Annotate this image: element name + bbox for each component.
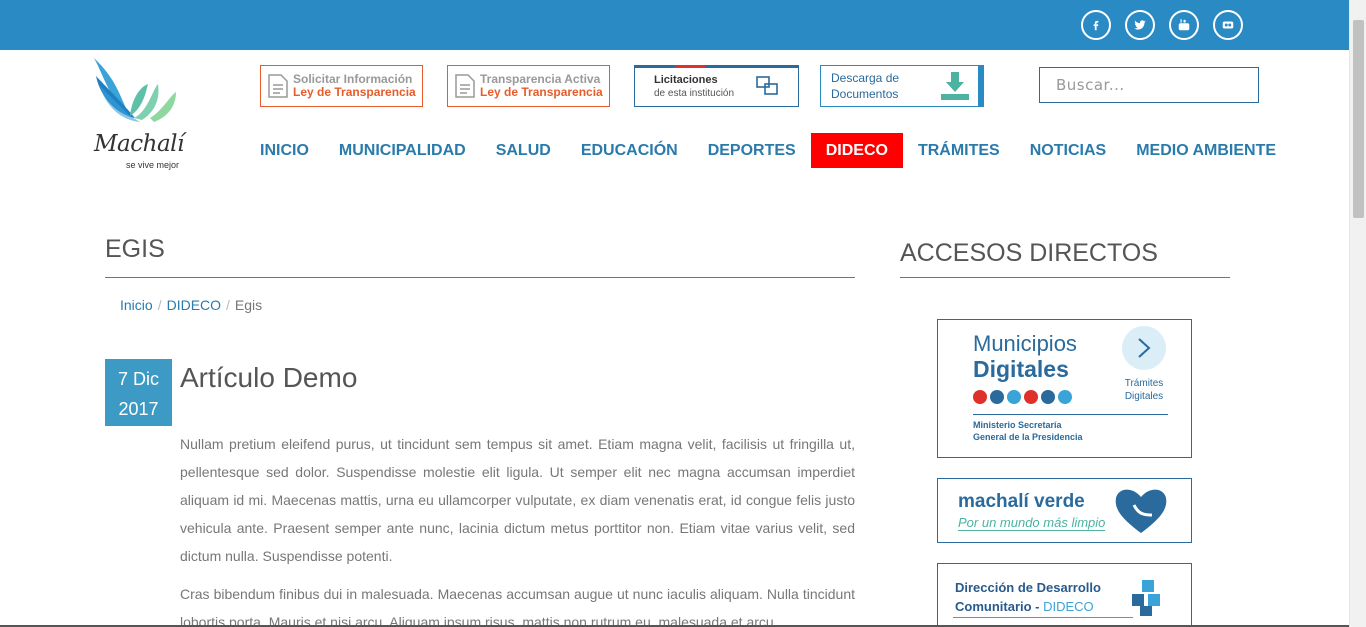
heart-icon xyxy=(1115,489,1167,533)
solicitar-line2: Ley de Transparencia xyxy=(293,85,416,99)
tramites-line2: Digitales xyxy=(1124,391,1164,402)
card-divider xyxy=(953,617,1133,618)
document-icon xyxy=(268,74,288,98)
article-date-badge: 7 Dic 2017 xyxy=(105,359,172,426)
breadcrumb-separator: / xyxy=(157,297,162,313)
logo-wordmark: Machalí xyxy=(94,131,184,157)
windows-icon xyxy=(756,76,778,95)
card-divider xyxy=(973,414,1168,415)
article-paragraph: Nullam pretium eleifend purus, ut tincid… xyxy=(180,436,855,564)
breadcrumb-separator: / xyxy=(226,297,230,313)
service-icon xyxy=(973,390,987,404)
nav-noticias[interactable]: NOTICIAS xyxy=(1015,133,1121,168)
dideco-line2b: DIDECO xyxy=(1043,599,1094,614)
article-title[interactable]: Artículo Demo xyxy=(180,362,357,394)
nav-medio-ambiente[interactable]: MEDIO AMBIENTE xyxy=(1121,133,1291,168)
breadcrumb: Inicio / DIDECO / Egis xyxy=(120,297,262,313)
descarga-line2: Documentos xyxy=(831,87,899,101)
article-paragraph: Cras bibendum finibus dui in malesuada. … xyxy=(180,586,855,627)
twitter-icon[interactable] xyxy=(1125,10,1155,40)
sidebar-divider xyxy=(900,277,1230,278)
facebook-icon[interactable] xyxy=(1081,10,1111,40)
search-input[interactable]: Buscar... xyxy=(1039,67,1259,103)
municipios-line1: Municipios xyxy=(973,331,1077,356)
municipios-digitales-card[interactable]: Municipios Digitales Trámites Digitales … xyxy=(937,319,1192,458)
service-icon xyxy=(1007,390,1021,404)
sidebar-title: ACCESOS DIRECTOS xyxy=(900,239,1158,267)
solicitar-informacion-link[interactable]: Solicitar Información Ley de Transparenc… xyxy=(260,65,423,107)
tramites-line1: Trámites xyxy=(1124,378,1164,389)
nav-tramites[interactable]: TRÁMITES xyxy=(903,133,1015,168)
municipios-line2: Digitales xyxy=(973,356,1069,382)
licitaciones-line2: de esta institución xyxy=(654,88,735,99)
ministerio-line2: General de la Presidencia xyxy=(973,432,1083,442)
scrollbar-thumb[interactable] xyxy=(1353,20,1364,218)
service-icon xyxy=(990,390,1004,404)
dideco-card[interactable]: Dirección de Desarrollo Comunitario - DI… xyxy=(937,563,1192,627)
service-icons-row xyxy=(973,390,1072,404)
licitaciones-line1: Licitaciones xyxy=(654,74,718,86)
breadcrumb-section[interactable]: DIDECO xyxy=(167,297,221,313)
page-title: EGIS xyxy=(105,235,165,263)
logo-tagline: se vive mejor xyxy=(126,160,180,170)
nav-dideco[interactable]: DIDECO xyxy=(810,133,903,168)
dideco-line1: Dirección de Desarrollo xyxy=(955,580,1101,595)
descarga-line1: Descarga de xyxy=(831,71,900,85)
article-date-day: 7 Dic xyxy=(117,369,159,389)
ministerio-line1: Ministerio Secretaría xyxy=(973,420,1062,430)
nav-educacion[interactable]: EDUCACIÓN xyxy=(566,133,693,168)
breadcrumb-home[interactable]: Inicio xyxy=(120,297,153,313)
article-date-year: 2017 xyxy=(118,399,159,419)
download-icon xyxy=(941,72,969,100)
verde-title: machalí verde xyxy=(958,491,1085,512)
nav-inicio[interactable]: INICIO xyxy=(245,133,324,168)
breadcrumb-current: Egis xyxy=(234,297,263,313)
machali-verde-card[interactable]: machalí verde Por un mundo más limpio xyxy=(937,478,1192,543)
transparencia-line2: Ley de Transparencia xyxy=(480,85,603,99)
service-icon xyxy=(1058,390,1072,404)
title-divider xyxy=(105,277,855,278)
service-icon xyxy=(1024,390,1038,404)
chevron-right-icon xyxy=(1122,326,1166,370)
transparencia-activa-link[interactable]: Transparencia Activa Ley de Transparenci… xyxy=(447,65,610,107)
nav-salud[interactable]: SALUD xyxy=(481,133,566,168)
main-nav: INICIO MUNICIPALIDAD SALUD EDUCACIÓN DEP… xyxy=(245,133,1291,168)
service-icon xyxy=(1041,390,1055,404)
youtube-icon[interactable] xyxy=(1169,10,1199,40)
nav-deportes[interactable]: DEPORTES xyxy=(693,133,811,168)
flickr-icon[interactable] xyxy=(1213,10,1243,40)
nav-municipalidad[interactable]: MUNICIPALIDAD xyxy=(324,133,481,168)
verde-subtitle: Por un mundo más limpio xyxy=(958,515,1106,531)
cubes-icon xyxy=(1132,580,1160,616)
descarga-documentos-link[interactable]: Descarga de Documentos xyxy=(820,65,984,107)
document-icon xyxy=(455,74,475,98)
licitaciones-link[interactable]: Licitaciones de esta institución xyxy=(634,65,799,107)
scrollbar[interactable] xyxy=(1349,0,1366,627)
dideco-line2a: Comunitario - xyxy=(955,599,1044,614)
